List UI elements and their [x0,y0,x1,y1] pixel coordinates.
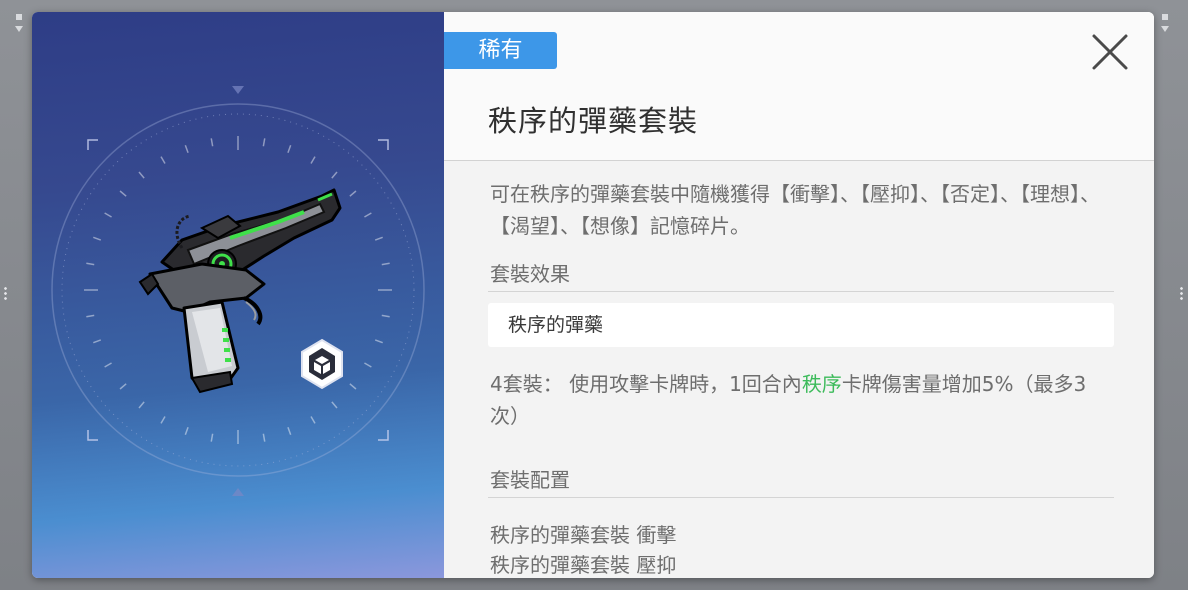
item-art [51,86,425,496]
item-info-panel: 稀有 秩序的彈藥套裝 可在秩序的彈藥套裝中隨機獲得【衝擊】、【壓抑】、【否定】、… [444,12,1154,578]
divider [488,291,1114,292]
item-title: 秩序的彈藥套裝 [488,104,699,138]
set-config-label: 套裝配置 [490,468,570,492]
grip-icon [16,14,22,20]
arrow-down-icon [15,26,23,32]
set-effect-label: 套裝效果 [490,262,570,286]
close-x-icon [1092,34,1128,70]
set-effect-description: 4套裝： 使用攻擊卡牌時，1回合內秩序卡牌傷害量增加5%（最多3次） [490,368,1110,432]
grip-icon [1162,14,1168,20]
set-config-list: 秩序的彈藥套裝 衝擊 秩序的彈藥套裝 壓抑 [490,520,1110,578]
set-name-box: 秩序的彈藥 [488,303,1114,347]
close-button[interactable] [1088,30,1132,74]
hexagon-cube-icon [301,338,343,390]
left-scroll-handle[interactable] [0,0,32,590]
arrow-down-icon [1161,26,1169,32]
effect-text-prefix: 4套裝： 使用攻擊卡牌時，1回合內 [490,372,802,396]
item-description: 可在秩序的彈藥套裝中隨機獲得【衝擊】、【壓抑】、【否定】、【理想】、【渴望】、【… [490,182,1100,238]
item-art-panel [32,12,444,578]
effect-highlight-keyword: 秩序 [801,372,842,396]
panel-header: 稀有 秩序的彈藥套裝 [444,12,1154,161]
rarity-badge: 稀有 [444,32,557,69]
list-item: 秩序的彈藥套裝 衝擊 [490,523,677,547]
list-item: 秩序的彈藥套裝 壓抑 [490,553,677,577]
drag-dots-icon [4,286,7,300]
divider [488,497,1114,498]
right-scroll-handle[interactable] [1156,0,1188,590]
drag-dots-icon [1180,286,1183,300]
item-detail-dialog: 稀有 秩序的彈藥套裝 可在秩序的彈藥套裝中隨機獲得【衝擊】、【壓抑】、【否定】、… [32,12,1154,578]
